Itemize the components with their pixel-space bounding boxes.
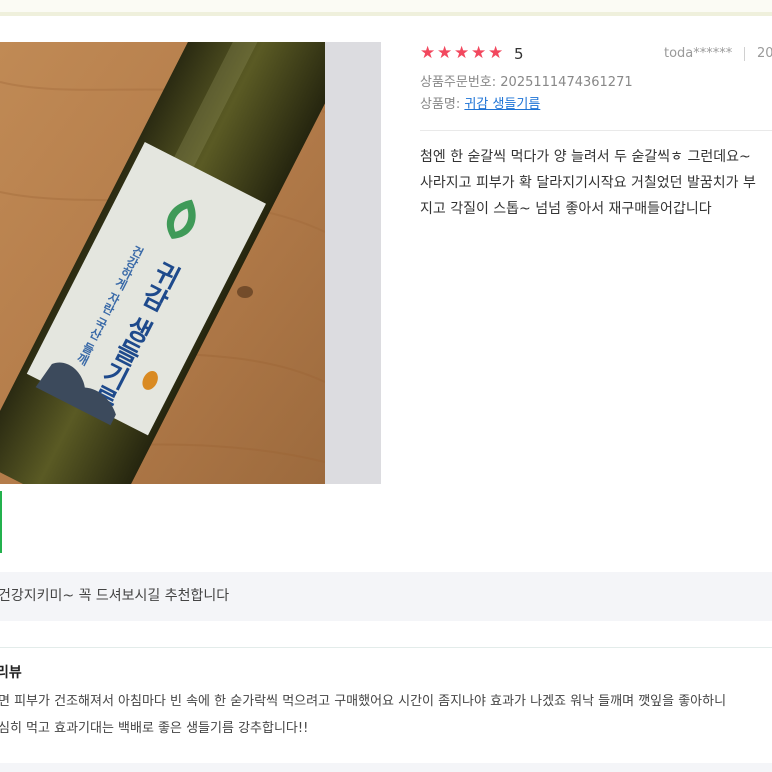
review-photo-frame[interactable]: 귀감 생들기름 건강하게 자란 국산 들깨 (0, 42, 381, 484)
review-date: 20 (757, 46, 772, 61)
review-body-line: 첨엔 한 숟갈씩 먹다가 양 늘려서 두 숟갈씩ㅎ 그런데요~ (420, 149, 751, 165)
star-icon: ★ (488, 43, 504, 63)
green-accent-mark (0, 491, 2, 553)
section-body-line: 심히 먹고 효과기대는 백배로 좋은 생들기름 강추합니다!! (0, 721, 309, 736)
section-title: 리뷰 (0, 665, 22, 681)
order-number: 상품주문번호: 2025111474361271 (420, 75, 633, 90)
review-author: toda****** (664, 46, 733, 61)
star-icon: ★ (420, 43, 436, 63)
oil-bottle-image: 귀감 생들기름 건강하게 자란 국산 들깨 (0, 42, 325, 484)
top-divider (0, 12, 772, 16)
product-name-row: 상품명: 귀감 생들기름 (420, 96, 540, 114)
top-band (0, 0, 772, 12)
recommendation-text: 건강지키미~ 꼭 드셔보시길 추천합니다 (0, 588, 230, 604)
review-body-line: 사라지고 피부가 확 달라지기시작요 거칠었던 발꿈치가 부 (420, 175, 756, 191)
product-name-link[interactable]: 귀감 생들기름 (464, 97, 540, 112)
rating-value: 5 (514, 45, 524, 63)
product-name-label: 상품명: (420, 97, 465, 112)
section-body-line: 면 피부가 건조해져서 아침마다 빈 속에 한 숟가락씩 먹으려고 구매했어요 … (0, 694, 727, 709)
review-body-line: 지고 각질이 스톱~ 넘넘 좋아서 재구매들어갑니다 (420, 201, 712, 217)
review-body: 첨엔 한 숟갈씩 먹다가 양 늘려서 두 숟갈씩ㅎ 그런데요~ 사라지고 피부가… (420, 144, 772, 222)
review-divider (420, 130, 772, 131)
star-icon: ★ (437, 43, 453, 63)
meta-separator (744, 47, 745, 61)
star-icon: ★ (471, 43, 487, 63)
review-photo[interactable]: 귀감 생들기름 건강하게 자란 국산 들깨 (0, 42, 325, 484)
section-body: 면 피부가 건조해져서 아침마다 빈 속에 한 숟가락씩 먹으려고 구매했어요 … (0, 688, 726, 742)
section-divider (0, 647, 772, 648)
star-icon: ★ (454, 43, 470, 63)
rating-stars: ★ ★ ★ ★ ★ (420, 45, 504, 63)
bottom-panel (0, 763, 772, 772)
